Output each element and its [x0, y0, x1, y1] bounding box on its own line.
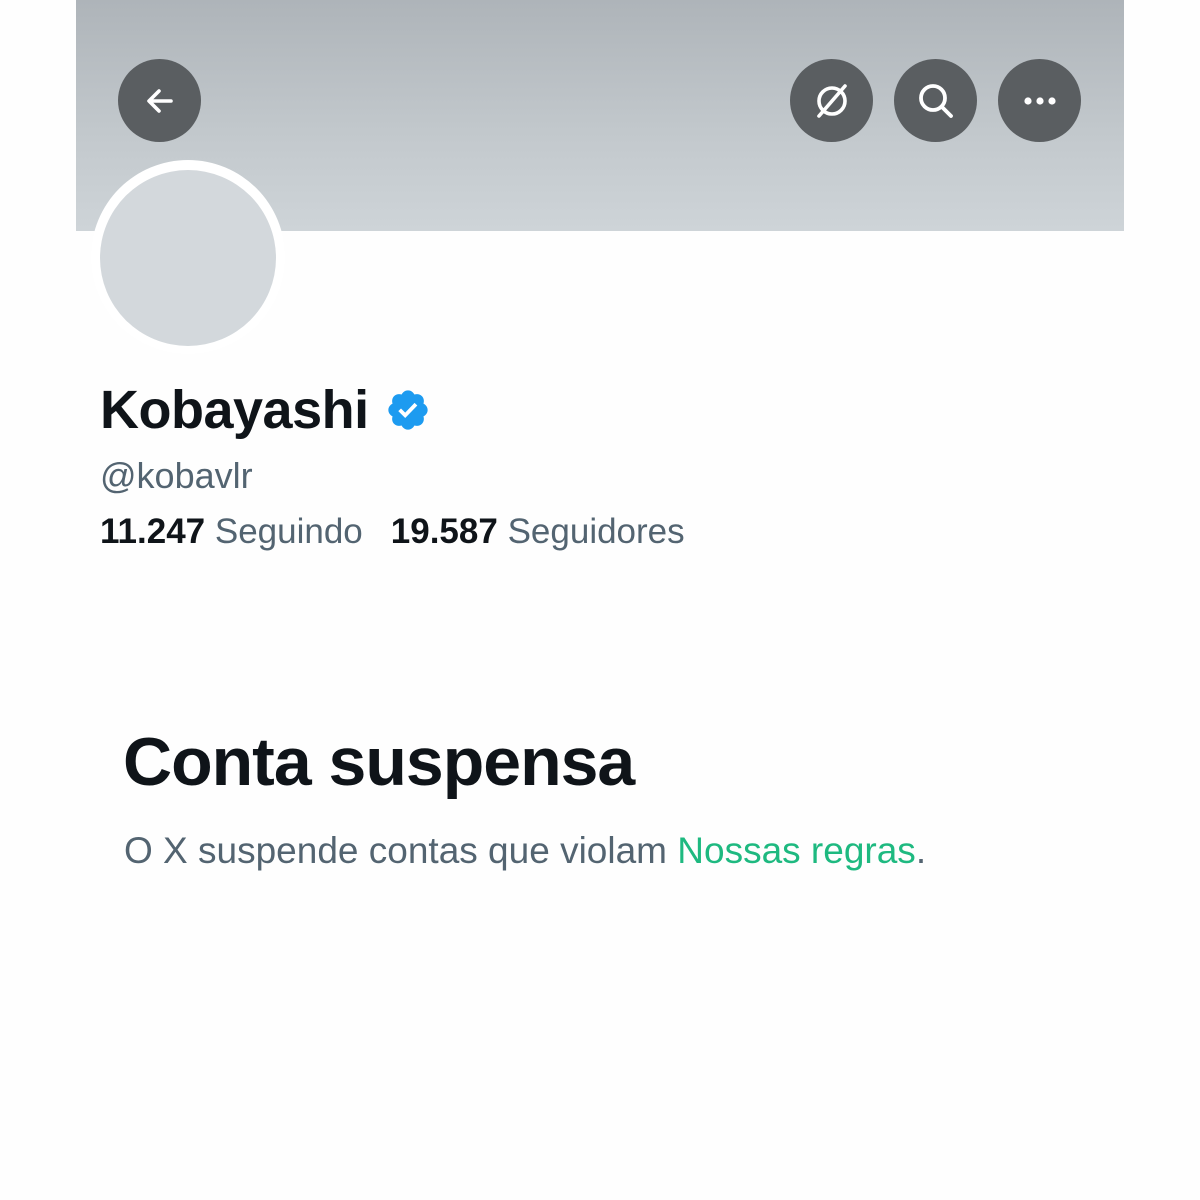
grok-slash-circle-icon — [816, 83, 847, 118]
user-handle: @kobavlr — [100, 455, 253, 496]
suspended-message: O X suspende contas que violam Nossas re… — [124, 826, 926, 876]
verified-badge-icon[interactable] — [385, 387, 431, 433]
search-icon — [918, 83, 953, 118]
name-row: Kobayashi — [100, 378, 431, 442]
grok-button[interactable] — [790, 59, 873, 142]
suspended-title: Conta suspensa — [123, 724, 635, 800]
more-options-button[interactable] — [998, 59, 1081, 142]
following-link[interactable]: 11.247 Seguindo — [100, 512, 363, 551]
arrow-left-icon — [146, 88, 173, 113]
following-count: 11.247 — [100, 512, 206, 551]
followers-link[interactable]: 19.587 Seguidores — [391, 512, 685, 551]
follow-stats: 11.247 Seguindo 19.587 Seguidores — [100, 509, 685, 555]
profile-page: Kobayashi @kobavlr 11.247 Seguindo 19.587… — [0, 0, 1200, 1200]
more-horizontal-icon — [1023, 96, 1056, 105]
following-label: Seguindo — [214, 512, 363, 551]
back-button[interactable] — [118, 59, 201, 142]
avatar[interactable] — [100, 170, 276, 346]
rules-link[interactable]: Nossas regras — [677, 830, 916, 871]
display-name: Kobayashi — [100, 380, 369, 440]
suspended-message-text: O X suspende contas que violam — [124, 830, 667, 871]
suspended-message-period: . — [915, 830, 927, 871]
search-button[interactable] — [894, 59, 977, 142]
followers-count: 19.587 — [390, 512, 498, 551]
followers-label: Seguidores — [507, 512, 685, 551]
